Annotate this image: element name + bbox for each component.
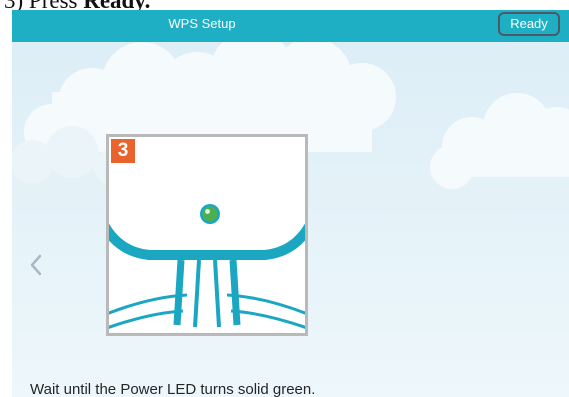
caption-text: Wait until the Power LED turns solid gre… <box>30 381 316 397</box>
app-screen: WPS Setup Ready 3 Wait until the Power L… <box>12 10 569 397</box>
ready-button[interactable]: Ready <box>498 12 560 36</box>
step-illustration: 3 <box>106 134 308 336</box>
router-illustration <box>109 204 305 329</box>
page-title: WPS Setup <box>168 16 236 31</box>
step-number-badge: 3 <box>111 139 135 163</box>
back-chevron-icon[interactable] <box>26 250 46 280</box>
header-bar: WPS Setup Ready <box>12 10 569 42</box>
power-led-icon <box>200 204 220 224</box>
